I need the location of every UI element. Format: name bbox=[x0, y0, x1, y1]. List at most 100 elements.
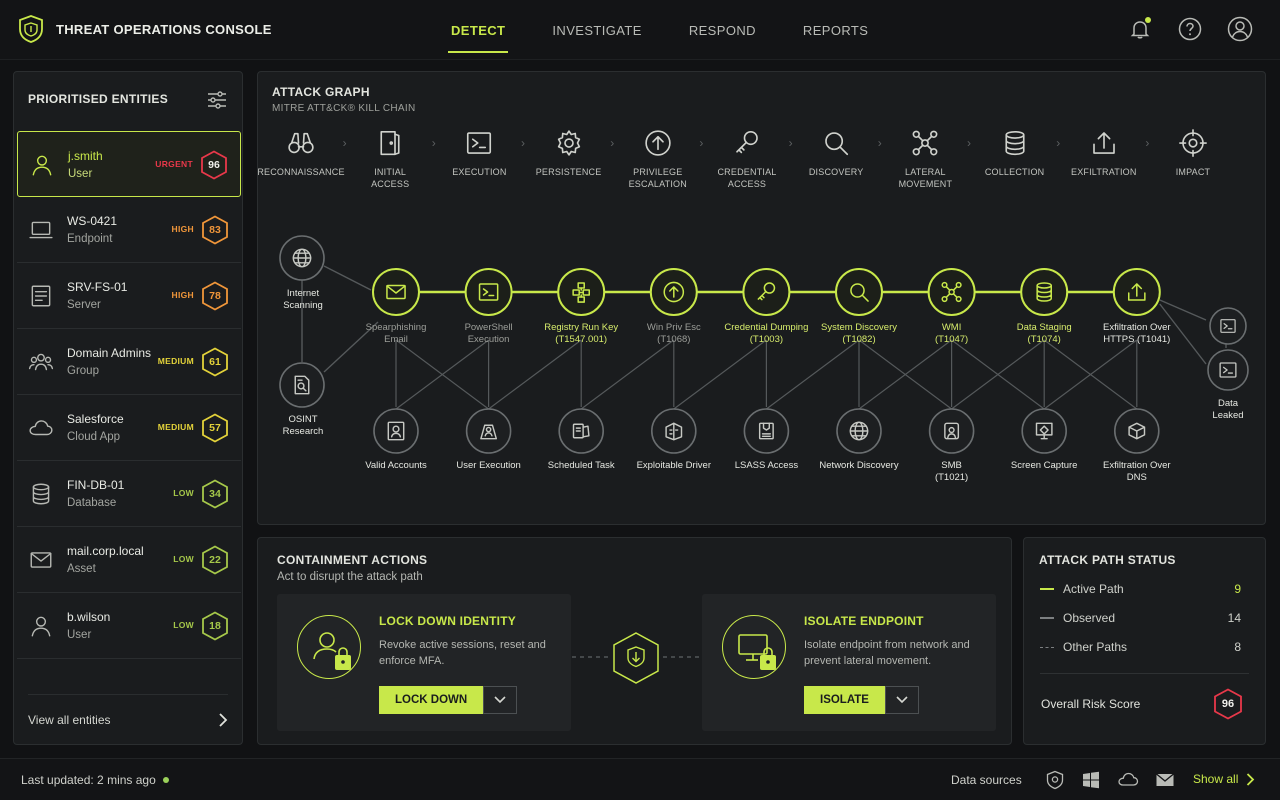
entity-icon bbox=[28, 481, 54, 507]
tactic-column[interactable]: PERSISTENCE bbox=[523, 128, 615, 178]
entity-icon bbox=[28, 415, 54, 441]
user-icon[interactable] bbox=[1226, 15, 1254, 43]
graph-node bbox=[464, 268, 513, 316]
risk-label: Overall Risk Score bbox=[1041, 697, 1141, 711]
isolate-dropdown[interactable] bbox=[884, 686, 919, 714]
data-source-icons bbox=[1045, 770, 1175, 790]
brand[interactable]: THREAT OPERATIONS CONSOLE bbox=[18, 14, 272, 44]
risk-score-badge: 96 bbox=[1213, 688, 1243, 720]
top-bar: THREAT OPERATIONS CONSOLE DETECT INVESTI… bbox=[0, 0, 1280, 60]
risk-score-badge: 57 bbox=[201, 413, 229, 443]
bell-icon[interactable] bbox=[1126, 15, 1154, 43]
entity-row[interactable]: j.smith User URGENT 96 bbox=[17, 131, 241, 197]
entity-row[interactable]: WS-0421 Endpoint HIGH 83 bbox=[17, 197, 241, 263]
group-icon bbox=[28, 353, 54, 371]
tactic-column[interactable]: DISCOVERY bbox=[790, 128, 882, 178]
severity-label: LOW bbox=[173, 554, 194, 564]
entity-name: b.wilson bbox=[67, 610, 111, 624]
help-icon[interactable] bbox=[1176, 15, 1204, 43]
entity-row[interactable]: SRV-FS-01 Server HIGH 78 bbox=[17, 263, 241, 329]
filter-icon[interactable] bbox=[206, 90, 228, 110]
tactic-column[interactable]: RECONNAISSANCE bbox=[255, 128, 347, 178]
tactic-column[interactable]: CREDENTIAL ACCESS bbox=[701, 128, 793, 190]
isolate-button[interactable]: ISOLATE bbox=[804, 686, 885, 714]
user-icon bbox=[31, 616, 51, 637]
lock-down-button[interactable]: LOCK DOWN bbox=[379, 686, 484, 714]
show-all-sources-link[interactable]: Show all bbox=[1193, 772, 1255, 786]
risk-score-value: 83 bbox=[209, 224, 221, 236]
attack-path-status-panel: ATTACK PATH STATUS Active Path 9 Observe… bbox=[1023, 537, 1266, 745]
mail-icon[interactable] bbox=[1155, 770, 1175, 790]
observed-swatch bbox=[1040, 617, 1054, 619]
database-icon bbox=[32, 483, 50, 505]
entity-row[interactable]: Salesforce Cloud App MEDIUM 57 bbox=[17, 395, 241, 461]
entity-icon bbox=[28, 217, 54, 243]
graph-edge bbox=[488, 339, 582, 410]
entity-row[interactable]: Domain Admins Group MEDIUM 61 bbox=[17, 329, 241, 395]
tactic-column[interactable]: IMPACT bbox=[1147, 128, 1239, 178]
top-actions bbox=[1126, 15, 1254, 43]
network-icon bbox=[912, 130, 938, 156]
sub-technique-label: Exfiltration Over DNS bbox=[1103, 460, 1171, 483]
search-icon bbox=[825, 132, 849, 156]
status-label: Observed bbox=[1063, 611, 1116, 625]
internet-scanning-label: Internet Scanning bbox=[283, 288, 323, 311]
overall-risk-row: Overall Risk Score 96 bbox=[1041, 688, 1243, 720]
lock-down-identity-desc: Revoke active sessions, reset and enforc… bbox=[379, 639, 546, 667]
user-lock-icon bbox=[297, 615, 361, 679]
tactic-column[interactable]: PRIVILEGE ESCALATION bbox=[612, 128, 704, 190]
status-value: 9 bbox=[1234, 582, 1241, 596]
tab-detect[interactable]: DETECT bbox=[440, 0, 516, 60]
risk-score-value: 96 bbox=[208, 159, 220, 171]
osint-research-label: OSINT Research bbox=[282, 414, 324, 437]
status-value: 14 bbox=[1227, 611, 1241, 625]
shield-icon[interactable] bbox=[1045, 770, 1065, 790]
lock-down-identity-card: LOCK DOWN IDENTITY Revoke active session… bbox=[277, 594, 571, 731]
last-updated: Last updated: 2 mins ago bbox=[21, 773, 169, 787]
graph-node bbox=[1207, 349, 1249, 391]
graph-node bbox=[279, 362, 325, 408]
windows-icon[interactable] bbox=[1081, 770, 1101, 790]
tab-respond[interactable]: RESPOND bbox=[678, 0, 767, 60]
risk-score-value: 96 bbox=[1221, 698, 1235, 710]
entity-row[interactable]: FIN-DB-01 Database LOW 34 bbox=[17, 461, 241, 527]
tactic-label: PERSISTENCE bbox=[535, 167, 602, 177]
tactic-column[interactable]: LATERAL MOVEMENT bbox=[879, 128, 971, 190]
tactic-label: CREDENTIAL ACCESS bbox=[717, 167, 777, 189]
status-label: Other Paths bbox=[1063, 640, 1128, 654]
status-divider bbox=[1040, 673, 1249, 674]
tactic-column[interactable]: INITIAL ACCESS bbox=[344, 128, 436, 190]
notification-dot bbox=[1145, 17, 1151, 23]
tactic-column[interactable]: COLLECTION bbox=[969, 128, 1061, 178]
isolate-endpoint-desc: Isolate endpoint from network and preven… bbox=[804, 639, 970, 667]
severity-label: HIGH bbox=[171, 290, 194, 300]
entity-row[interactable]: b.wilson User LOW 18 bbox=[17, 593, 241, 659]
view-all-entities-link[interactable]: View all entities bbox=[28, 694, 228, 744]
app-title: THREAT OPERATIONS CONSOLE bbox=[56, 21, 272, 37]
status-title: ATTACK PATH STATUS bbox=[1039, 553, 1176, 567]
chevron-right-icon bbox=[1247, 772, 1255, 786]
tactic-label: RECONNAISSANCE bbox=[257, 167, 345, 177]
tactic-label: INITIAL ACCESS bbox=[371, 167, 410, 189]
risk-score-value: 78 bbox=[209, 290, 221, 302]
risk-score-value: 57 bbox=[209, 422, 221, 434]
tactic-column[interactable]: EXECUTION bbox=[433, 128, 525, 178]
entity-type: Group bbox=[67, 365, 99, 377]
isolate-endpoint-title: ISOLATE ENDPOINT bbox=[804, 614, 924, 628]
severity-label: HIGH bbox=[171, 224, 194, 234]
chevron-down-icon bbox=[494, 696, 506, 704]
entity-name: mail.corp.local bbox=[67, 544, 144, 558]
containment-actions-panel: CONTAINMENT ACTIONS Act to disrupt the a… bbox=[257, 537, 1012, 745]
footer-bar: Last updated: 2 mins ago Data sources Sh… bbox=[0, 758, 1280, 800]
view-all-label: View all entities bbox=[28, 712, 111, 727]
risk-score-value: 22 bbox=[209, 554, 221, 566]
entity-row[interactable]: mail.corp.local Asset LOW 22 bbox=[17, 527, 241, 593]
tactic-column[interactable]: EXFILTRATION bbox=[1058, 128, 1150, 178]
other-paths-swatch bbox=[1040, 646, 1054, 648]
tab-reports[interactable]: REPORTS bbox=[792, 0, 879, 60]
risk-score-badge: 34 bbox=[201, 479, 229, 509]
lock-down-dropdown[interactable] bbox=[483, 686, 518, 714]
gear-icon bbox=[557, 130, 580, 156]
cloud-icon[interactable] bbox=[1117, 770, 1139, 790]
tab-investigate[interactable]: INVESTIGATE bbox=[541, 0, 652, 60]
